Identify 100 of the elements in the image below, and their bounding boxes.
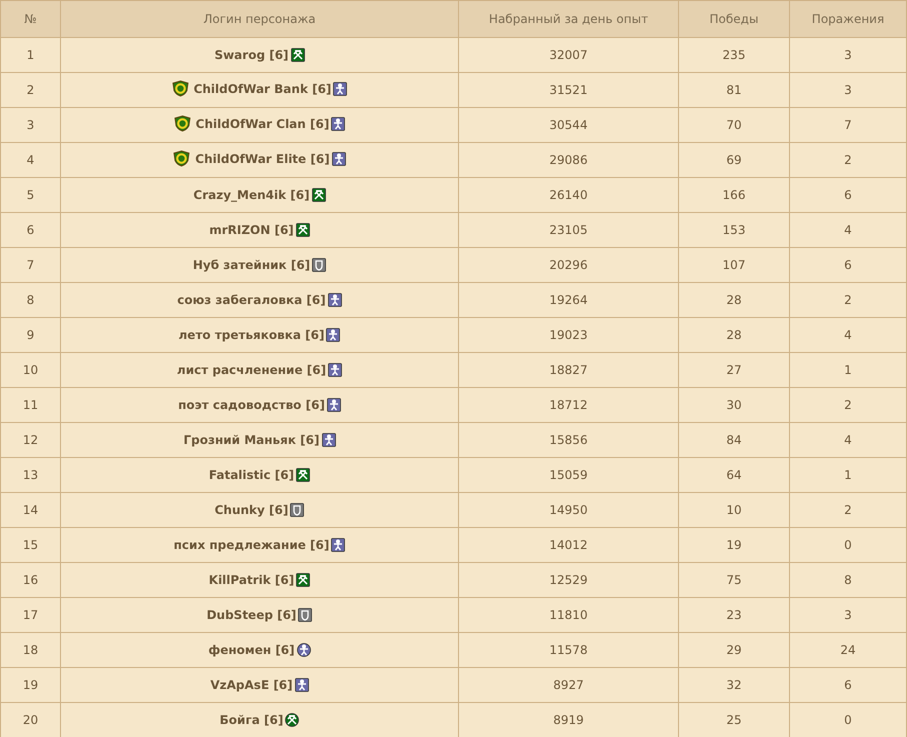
experience-cell: 19264 <box>458 282 678 318</box>
experience-cell: 29086 <box>458 142 678 178</box>
player-login[interactable]: лето третьяковка [6] <box>178 328 324 342</box>
player-login[interactable]: поэт садоводство [6] <box>178 398 325 412</box>
rank-cell: 14 <box>0 492 60 528</box>
experience-cell: 18712 <box>458 388 678 422</box>
player-login[interactable]: Fatalistic [6] <box>208 468 294 482</box>
wins-cell: 153 <box>678 212 790 248</box>
rank-cell: 16 <box>0 562 60 598</box>
wins-cell: 75 <box>678 562 790 598</box>
experience-cell: 8927 <box>458 668 678 702</box>
losses-cell: 2 <box>790 492 906 528</box>
losses-cell: 3 <box>790 38 906 72</box>
player-login[interactable]: ChildOfWar Elite [6] <box>195 152 330 166</box>
rank-cell: 13 <box>0 458 60 492</box>
player-login[interactable]: ChildOfWar Clan [6] <box>196 116 330 130</box>
losses-cell: 4 <box>790 318 906 352</box>
experience-cell: 30544 <box>458 108 678 142</box>
column-header: Поражения <box>790 0 906 38</box>
wins-cell: 28 <box>678 282 790 318</box>
losses-cell: 8 <box>790 562 906 598</box>
wins-cell: 23 <box>678 598 790 632</box>
experience-cell: 12529 <box>458 562 678 598</box>
losses-cell: 2 <box>790 142 906 178</box>
losses-cell: 4 <box>790 422 906 458</box>
wins-cell: 30 <box>678 388 790 422</box>
experience-cell: 14012 <box>458 528 678 562</box>
column-header: Набранный за день опыт <box>458 0 678 38</box>
player-login[interactable]: феномен [6] <box>208 643 295 657</box>
experience-cell: 31521 <box>458 72 678 108</box>
rank-cell: 11 <box>0 388 60 422</box>
wins-cell: 64 <box>678 458 790 492</box>
rank-cell: 6 <box>0 212 60 248</box>
player-login[interactable]: псих предлежание [6] <box>174 538 330 552</box>
experience-cell: 23105 <box>458 212 678 248</box>
wins-cell: 235 <box>678 38 790 72</box>
losses-cell: 24 <box>790 632 906 668</box>
wins-cell: 81 <box>678 72 790 108</box>
wins-cell: 19 <box>678 528 790 562</box>
losses-cell: 2 <box>790 388 906 422</box>
wins-cell: 27 <box>678 352 790 388</box>
player-login[interactable]: DubSteep [6] <box>206 608 296 622</box>
losses-cell: 0 <box>790 528 906 562</box>
experience-cell: 14950 <box>458 492 678 528</box>
losses-cell: 3 <box>790 72 906 108</box>
experience-cell: 11578 <box>458 632 678 668</box>
experience-cell: 18827 <box>458 352 678 388</box>
rank-cell: 19 <box>0 668 60 702</box>
losses-cell: 6 <box>790 178 906 212</box>
wins-cell: 29 <box>678 632 790 668</box>
player-login[interactable]: Crazy_Men4ik [6] <box>193 188 310 202</box>
losses-cell: 4 <box>790 212 906 248</box>
column-header: Логин персонажа <box>60 0 458 38</box>
player-login[interactable]: KillPatrik [6] <box>208 573 294 587</box>
rank-cell: 15 <box>0 528 60 562</box>
rank-cell: 3 <box>0 108 60 142</box>
rank-cell: 12 <box>0 422 60 458</box>
wins-cell: 84 <box>678 422 790 458</box>
wins-cell: 107 <box>678 248 790 282</box>
experience-cell: 15059 <box>458 458 678 492</box>
rank-cell: 1 <box>0 38 60 72</box>
experience-cell: 15856 <box>458 422 678 458</box>
wins-cell: 166 <box>678 178 790 212</box>
losses-cell: 2 <box>790 282 906 318</box>
experience-cell: 32007 <box>458 38 678 72</box>
losses-cell: 3 <box>790 598 906 632</box>
player-login[interactable]: лист расчленение [6] <box>176 363 326 377</box>
experience-cell: 11810 <box>458 598 678 632</box>
wins-cell: 28 <box>678 318 790 352</box>
experience-cell: 26140 <box>458 178 678 212</box>
player-login[interactable]: Бойга [6] <box>220 713 284 727</box>
column-header: Победы <box>678 0 790 38</box>
player-login[interactable]: Нуб затейник [6] <box>192 258 310 272</box>
column-header: № <box>0 0 60 38</box>
losses-cell: 6 <box>790 668 906 702</box>
player-login[interactable]: Chunky [6] <box>214 503 288 517</box>
rank-cell: 18 <box>0 632 60 668</box>
rank-cell: 4 <box>0 142 60 178</box>
losses-cell: 1 <box>790 352 906 388</box>
experience-cell: 20296 <box>458 248 678 282</box>
player-login[interactable]: VzApAsE [6] <box>210 678 293 692</box>
wins-cell: 10 <box>678 492 790 528</box>
rank-cell: 10 <box>0 352 60 388</box>
rank-cell: 5 <box>0 178 60 212</box>
experience-cell: 19023 <box>458 318 678 352</box>
player-login[interactable]: ChildOfWar Bank [6] <box>194 82 332 96</box>
player-login[interactable]: mrRIZON [6] <box>209 223 294 237</box>
rank-cell: 8 <box>0 282 60 318</box>
rank-cell: 17 <box>0 598 60 632</box>
player-login[interactable]: союз забегаловка [6] <box>177 293 326 307</box>
rank-cell: 9 <box>0 318 60 352</box>
player-login[interactable]: Swarog [6] <box>214 48 289 62</box>
losses-cell: 6 <box>790 248 906 282</box>
player-login[interactable]: Грозний Маньяк [6] <box>183 433 320 447</box>
wins-cell: 70 <box>678 108 790 142</box>
losses-cell: 1 <box>790 458 906 492</box>
rank-cell: 20 <box>0 702 60 737</box>
losses-cell: 7 <box>790 108 906 142</box>
rank-cell: 2 <box>0 72 60 108</box>
rank-cell: 7 <box>0 248 60 282</box>
